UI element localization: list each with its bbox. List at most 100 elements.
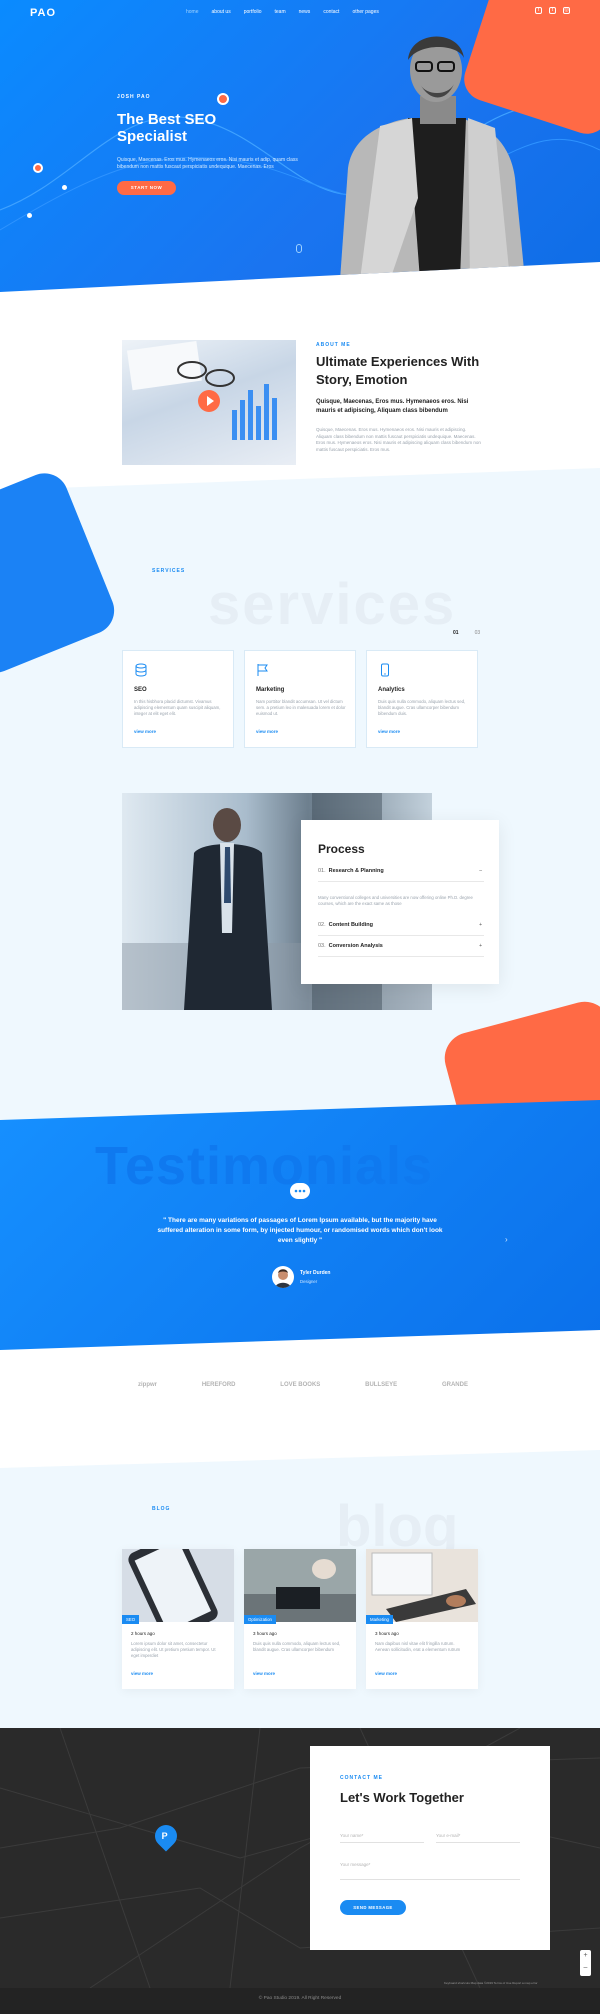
name-field[interactable]: Your name* xyxy=(340,1831,424,1843)
map-attribution[interactable]: Keyboard shortcuts Map data ©2019 Terms … xyxy=(444,1981,538,1985)
white-dot xyxy=(27,213,32,218)
process-num: 03. xyxy=(318,943,326,949)
process-desc: Many conventional colleges and universit… xyxy=(318,895,473,906)
hero-title: The Best SEO Specialist xyxy=(117,111,217,145)
process-title: Process xyxy=(318,842,365,856)
testimonial-quote: " There are many variations of passages … xyxy=(157,1217,443,1244)
nav-item-contact[interactable]: contact xyxy=(323,9,339,15)
map-zoom-control: + – xyxy=(580,1950,591,1976)
expand-icon[interactable]: + xyxy=(479,943,482,949)
collapse-icon[interactable]: – xyxy=(479,868,482,874)
social-links: f t ◎ xyxy=(535,7,570,14)
blog-post-image xyxy=(366,1549,478,1622)
services-pager: 01 03 xyxy=(453,630,480,636)
pager-current[interactable]: 01 xyxy=(453,630,459,636)
services-watermark: services xyxy=(208,572,457,637)
process-num: 02. xyxy=(318,922,326,928)
zoom-out-button[interactable]: – xyxy=(580,1962,591,1974)
hero-kicker: JOSH PAO xyxy=(117,94,151,100)
about-kicker: ABOUT ME xyxy=(316,342,351,348)
blog-post-card[interactable]: SEO 2 hours ago Lorem ipsum dolor sit am… xyxy=(122,1549,234,1689)
nav-item-team[interactable]: team xyxy=(275,9,286,15)
post-time: 3 hours ago xyxy=(253,1631,277,1636)
view-more-link[interactable]: view more xyxy=(253,1671,275,1676)
client-logo: GRANDE xyxy=(441,1382,468,1388)
zoom-in-button[interactable]: + xyxy=(580,1950,591,1962)
flag-icon xyxy=(257,664,268,676)
twitter-icon[interactable]: t xyxy=(549,7,556,14)
start-now-button[interactable]: START NOW xyxy=(117,181,176,195)
service-desc: In this hisbhora placid dictumst. Vivamu… xyxy=(134,699,221,716)
post-time: 3 hours ago xyxy=(375,1631,399,1636)
play-button[interactable] xyxy=(198,390,220,412)
service-card-analytics[interactable]: Analytics Duis quis nulla commodo, aliqu… xyxy=(366,650,478,748)
nav-item-home[interactable]: home xyxy=(186,9,199,15)
avatar xyxy=(272,1266,294,1288)
process-label: Content Building xyxy=(328,922,373,928)
facebook-icon[interactable]: f xyxy=(535,7,542,14)
message-field[interactable]: Your message* xyxy=(340,1860,520,1880)
smartphone-icon xyxy=(381,663,389,677)
about-title: Ultimate Experiences With Story, Emotion xyxy=(316,354,480,387)
nav-item-about[interactable]: about us xyxy=(212,9,231,15)
email-field[interactable]: Your e-mail* xyxy=(436,1831,520,1843)
copyright-text: © Pao Studio 2019. All Right Reserved xyxy=(258,1996,342,2001)
client-logo: BULLSEYE xyxy=(365,1382,398,1388)
post-tag[interactable]: SEO xyxy=(122,1615,140,1624)
hero-section: PAO home about us portfolio team news co… xyxy=(0,0,600,292)
service-card-marketing[interactable]: Marketing Nam porttitor blandit accumsan… xyxy=(244,650,356,748)
client-logo: zippwr xyxy=(138,1382,157,1388)
pager-total[interactable]: 03 xyxy=(475,630,481,636)
chevron-right-icon[interactable]: › xyxy=(505,1235,508,1244)
expand-icon[interactable]: + xyxy=(479,922,482,928)
send-message-button[interactable]: SEND MESSAGE xyxy=(340,1900,406,1915)
post-excerpt: Nam dapibus nisl vitae elit fringilla ru… xyxy=(375,1641,461,1652)
blog-post-image xyxy=(122,1549,234,1622)
service-card-seo[interactable]: SEO In this hisbhora placid dictumst. Vi… xyxy=(122,650,234,748)
about-body: Quisque, Maecenas. Eros mus. Hymenaeos e… xyxy=(316,427,481,452)
site-logo[interactable]: PAO xyxy=(30,7,56,19)
service-desc: Duis quis nulla commodo, aliquam lectus … xyxy=(378,699,466,716)
blog-kicker: BLOG xyxy=(152,1506,171,1512)
instagram-icon[interactable]: ◎ xyxy=(563,7,570,14)
testimonial-role: Designer xyxy=(300,1279,318,1284)
footer xyxy=(0,1988,600,2014)
process-num: 01. xyxy=(318,868,326,874)
view-more-link[interactable]: view more xyxy=(378,729,400,734)
scroll-mouse-icon[interactable] xyxy=(296,244,302,253)
orange-dot xyxy=(33,163,43,173)
post-tag[interactable]: Marketing xyxy=(366,1615,393,1624)
view-more-link[interactable]: view more xyxy=(131,1671,153,1676)
database-icon xyxy=(135,663,147,677)
process-label: Research & Planning xyxy=(328,868,384,874)
process-item-content[interactable]: 02. Content Building + xyxy=(318,922,484,936)
post-excerpt: Lorem ipsum dolor sit amet, consectetur … xyxy=(131,1641,216,1658)
hero-text: Quisque, Maecenas. Eros mus. Hymenaeos e… xyxy=(117,157,298,170)
nav-item-portfolio[interactable]: portfolio xyxy=(244,9,262,15)
service-title: Marketing xyxy=(256,687,285,693)
about-video-thumbnail[interactable] xyxy=(122,340,296,465)
view-more-link[interactable]: view more xyxy=(134,729,156,734)
process-item-research[interactable]: 01. Research & Planning – xyxy=(318,868,484,882)
process-label: Conversion Analysis xyxy=(328,943,383,949)
client-logo: LOVE BOOKS xyxy=(280,1382,321,1388)
orange-dot xyxy=(217,93,229,105)
contact-kicker: CONTACT ME xyxy=(340,1775,383,1781)
view-more-link[interactable]: view more xyxy=(256,729,278,734)
page: PAO home about us portfolio team news co… xyxy=(0,0,600,2014)
view-more-link[interactable]: view more xyxy=(375,1671,397,1676)
blog-post-card[interactable]: Marketing 3 hours ago Nam dapibus nisl v… xyxy=(366,1549,478,1689)
post-time: 2 hours ago xyxy=(131,1631,155,1636)
nav-item-other-pages[interactable]: other pages xyxy=(352,9,378,15)
client-logos: zippwr HEREFORD LOVE BOOKS BULLSEYE GRAN… xyxy=(138,1382,468,1388)
services-kicker: SERVICES xyxy=(152,568,186,574)
service-desc: Nam porttitor blandit accumsan. Ut vel d… xyxy=(256,699,346,716)
nav-item-news[interactable]: news xyxy=(299,9,311,15)
blog-post-card[interactable]: Optimization 3 hours ago Duis quis nulla… xyxy=(244,1549,356,1689)
testimonial-author: Tyler Durden xyxy=(300,1270,331,1276)
about-subtitle: Quisque, Maecenas, Eros mus. Hymenaeos e… xyxy=(316,399,469,414)
testimonials-watermark: Testimonials xyxy=(95,1136,434,1196)
post-tag[interactable]: Optimization xyxy=(244,1615,276,1624)
post-excerpt: Duis quis nulla commodo, aliquam lectus … xyxy=(253,1641,341,1652)
process-item-conversion[interactable]: 03. Conversion Analysis + xyxy=(318,943,484,957)
